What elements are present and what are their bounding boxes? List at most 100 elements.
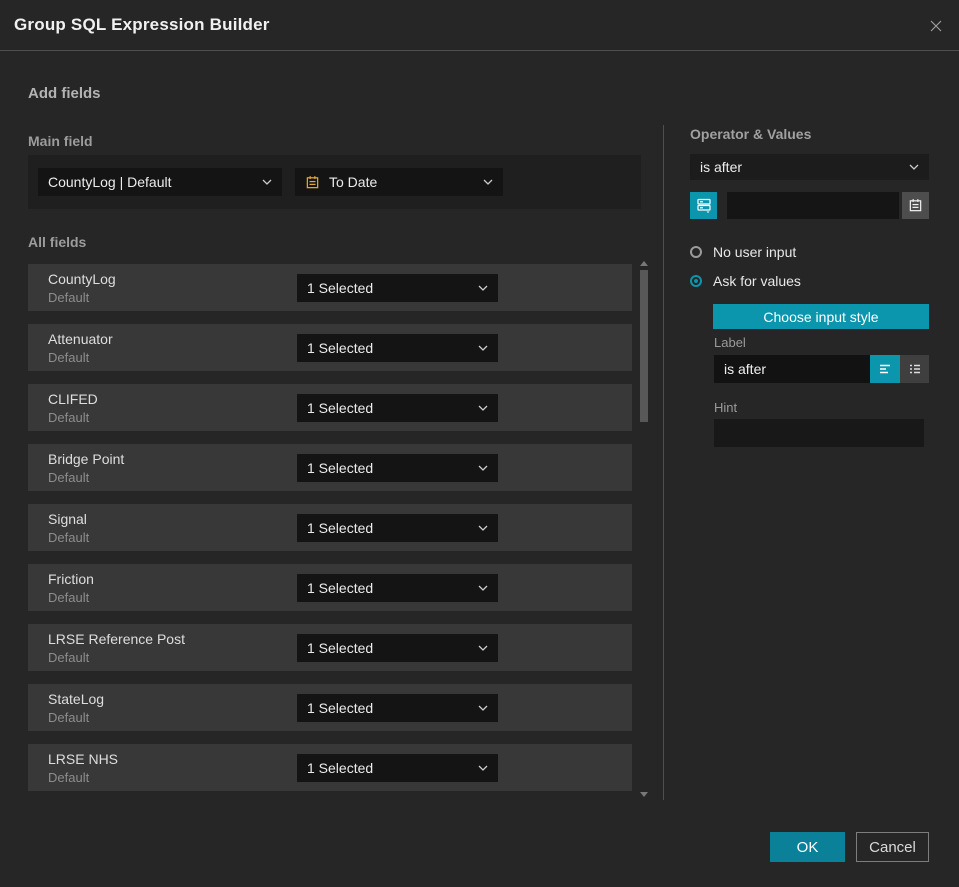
calendar-icon [909, 199, 922, 212]
value-type-button[interactable] [690, 192, 717, 219]
chevron-down-icon [478, 525, 488, 531]
field-selection-value: 1 Selected [307, 700, 374, 716]
main-field-dropdown[interactable]: CountyLog | Default [38, 168, 282, 196]
panel-divider [663, 125, 664, 800]
field-name: CountyLog [48, 271, 116, 287]
field-name: Signal [48, 511, 87, 527]
radio-circle-icon [690, 246, 702, 258]
chevron-down-icon [483, 179, 493, 185]
field-row: StateLog Default 1 Selected [28, 684, 632, 731]
field-row: LRSE Reference Post Default 1 Selected [28, 624, 632, 671]
field-row: CountyLog Default 1 Selected [28, 264, 632, 311]
operator-values-heading: Operator & Values [690, 126, 812, 142]
field-subtitle: Default [48, 290, 90, 305]
field-selection-dropdown[interactable]: 1 Selected [297, 334, 498, 362]
field-name: CLIFED [48, 391, 98, 407]
field-row: CLIFED Default 1 Selected [28, 384, 632, 431]
chevron-down-icon [478, 285, 488, 291]
hint-input[interactable] [714, 419, 924, 447]
chevron-down-icon [478, 765, 488, 771]
field-selection-dropdown[interactable]: 1 Selected [297, 514, 498, 542]
dialog-title: Group SQL Expression Builder [14, 15, 270, 34]
chevron-down-icon [478, 345, 488, 351]
field-name: Attenuator [48, 331, 113, 347]
radio-selected-icon [690, 275, 702, 287]
field-subtitle: Default [48, 410, 90, 425]
date-calendar-icon [306, 175, 319, 188]
date-picker-button[interactable] [902, 192, 929, 219]
close-icon[interactable] [926, 16, 946, 36]
list-scrollbar[interactable] [638, 258, 650, 800]
hint-field-label: Hint [714, 400, 738, 415]
field-selection-value: 1 Selected [307, 520, 374, 536]
field-type-dropdown-value: To Date [329, 174, 378, 190]
field-subtitle: Default [48, 350, 90, 365]
field-selection-value: 1 Selected [307, 640, 374, 656]
cancel-button[interactable]: Cancel [856, 832, 929, 862]
label-field-label: Label [714, 335, 746, 350]
field-name: Friction [48, 571, 94, 587]
radio-label: No user input [713, 244, 797, 260]
align-left-icon [880, 364, 890, 374]
radio-label: Ask for values [713, 273, 801, 289]
radio-no-user-input[interactable]: No user input [690, 244, 796, 260]
scroll-up-arrow[interactable] [640, 261, 648, 266]
chevron-down-icon [262, 179, 272, 185]
text-input-style-toggle[interactable] [870, 355, 900, 383]
add-fields-heading: Add fields [28, 85, 101, 102]
chevron-down-icon [478, 705, 488, 711]
field-subtitle: Default [48, 710, 90, 725]
main-field-bar: CountyLog | Default To Date [28, 155, 641, 209]
main-field-label: Main field [28, 133, 93, 149]
field-subtitle: Default [48, 530, 90, 545]
field-selection-value: 1 Selected [307, 280, 374, 296]
scroll-down-arrow[interactable] [640, 792, 648, 797]
label-input[interactable] [714, 355, 870, 383]
field-selection-dropdown[interactable]: 1 Selected [297, 694, 498, 722]
main-field-dropdown-value: CountyLog | Default [48, 174, 172, 190]
field-selection-dropdown[interactable]: 1 Selected [297, 274, 498, 302]
list-icon [909, 364, 920, 374]
field-subtitle: Default [48, 470, 90, 485]
field-subtitle: Default [48, 650, 90, 665]
all-fields-list: CountyLog Default 1 Selected Attenuator … [28, 264, 632, 804]
stacked-values-icon [696, 198, 711, 213]
operator-dropdown[interactable]: is after [690, 154, 929, 180]
chevron-down-icon [478, 405, 488, 411]
field-name: StateLog [48, 691, 105, 707]
field-selection-value: 1 Selected [307, 580, 374, 596]
field-name: LRSE NHS [48, 751, 119, 767]
field-name: Bridge Point [48, 451, 125, 467]
field-row: Friction Default 1 Selected [28, 564, 632, 611]
field-row: Attenuator Default 1 Selected [28, 324, 632, 371]
field-selection-value: 1 Selected [307, 400, 374, 416]
all-fields-label: All fields [28, 234, 87, 250]
ok-button[interactable]: OK [770, 832, 845, 862]
chevron-down-icon [478, 645, 488, 651]
field-selection-value: 1 Selected [307, 760, 374, 776]
field-selection-dropdown[interactable]: 1 Selected [297, 574, 498, 602]
field-selection-dropdown[interactable]: 1 Selected [297, 754, 498, 782]
group-sql-expression-builder-dialog: Group SQL Expression Builder Add fields … [0, 0, 959, 887]
field-type-dropdown[interactable]: To Date [295, 168, 503, 196]
list-input-style-toggle[interactable] [900, 355, 929, 383]
field-selection-dropdown[interactable]: 1 Selected [297, 454, 498, 482]
choose-input-style-button[interactable]: Choose input style [713, 304, 929, 329]
value-input[interactable] [727, 192, 899, 219]
title-bar: Group SQL Expression Builder [0, 0, 959, 51]
field-subtitle: Default [48, 770, 90, 785]
field-row: LRSE NHS Default 1 Selected [28, 744, 632, 791]
field-row: Bridge Point Default 1 Selected [28, 444, 632, 491]
field-name: LRSE Reference Post [48, 631, 185, 647]
radio-ask-for-values[interactable]: Ask for values [690, 273, 801, 289]
chevron-down-icon [478, 585, 488, 591]
chevron-down-icon [909, 164, 919, 170]
field-selection-dropdown[interactable]: 1 Selected [297, 634, 498, 662]
chevron-down-icon [478, 465, 488, 471]
scrollbar-thumb[interactable] [640, 270, 648, 422]
field-selection-value: 1 Selected [307, 340, 374, 356]
field-row: Signal Default 1 Selected [28, 504, 632, 551]
field-subtitle: Default [48, 590, 90, 605]
field-selection-dropdown[interactable]: 1 Selected [297, 394, 498, 422]
field-selection-value: 1 Selected [307, 460, 374, 476]
